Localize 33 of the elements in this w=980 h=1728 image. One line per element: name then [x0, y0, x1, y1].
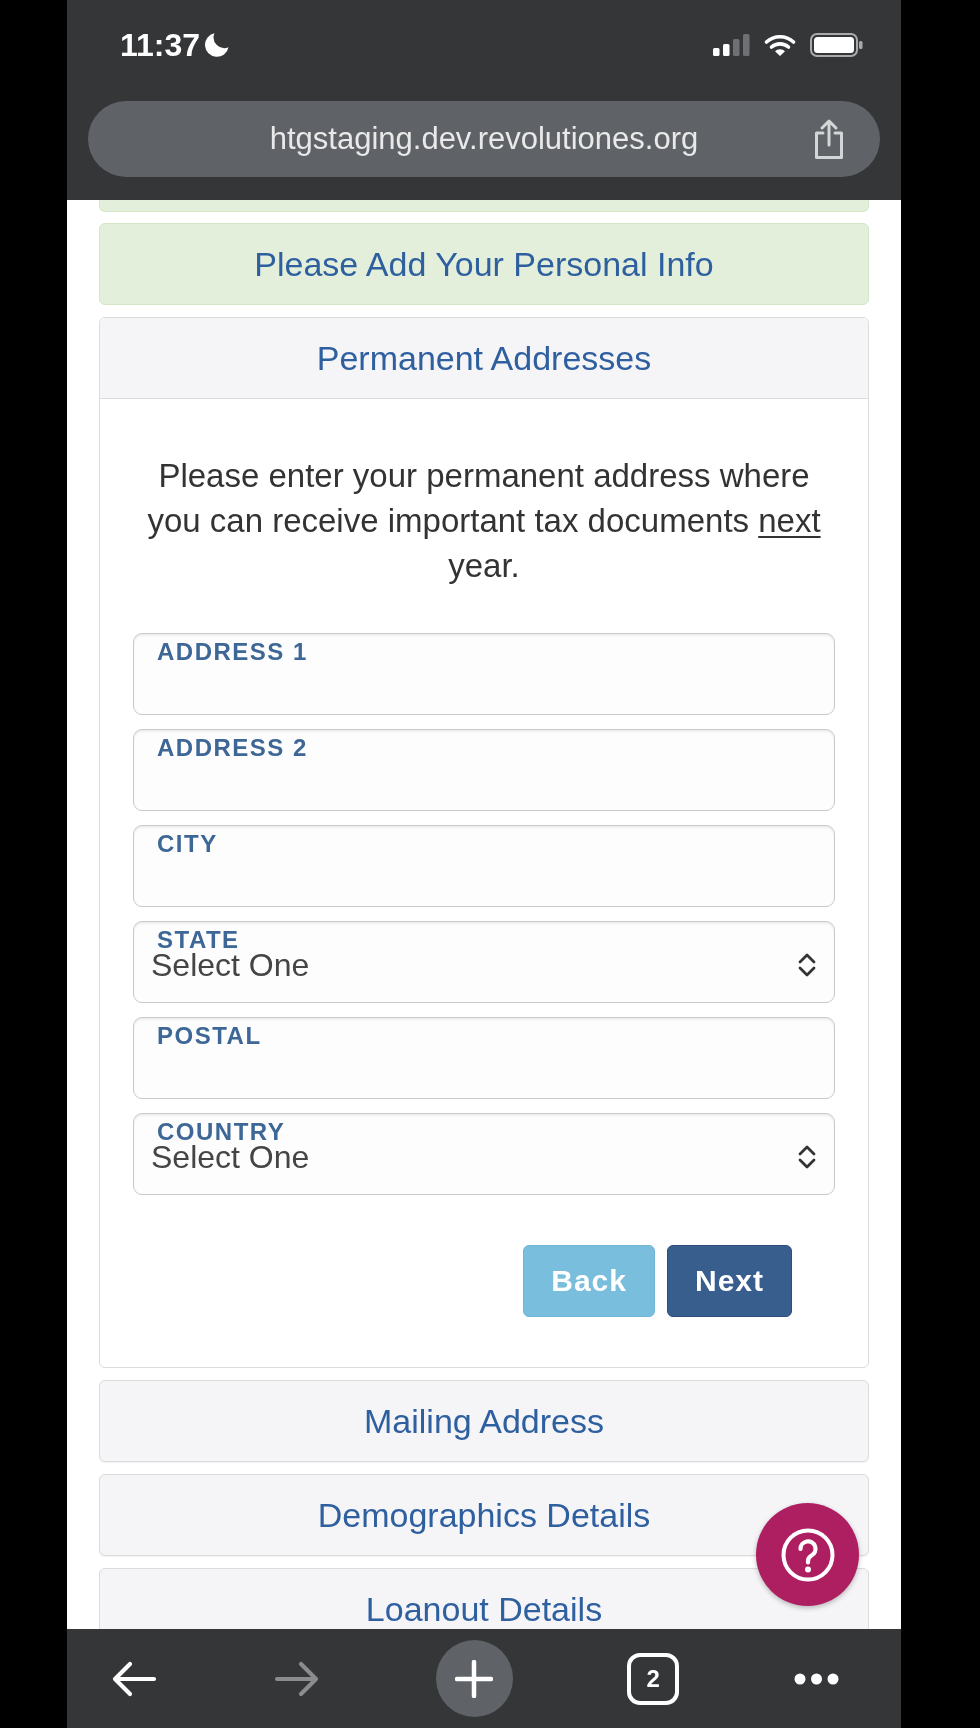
chevron-up-down-icon — [798, 1143, 816, 1171]
field-label: ADDRESS 2 — [157, 734, 308, 762]
question-circle-icon — [780, 1527, 835, 1582]
back-arrow-icon[interactable] — [110, 1659, 158, 1698]
input-field[interactable]: ADDRESS 2 — [133, 729, 835, 811]
field-label: STATE — [157, 926, 240, 953]
share-icon[interactable] — [812, 118, 846, 160]
field-label: POSTAL — [157, 1022, 262, 1050]
instructions-text: Please enter your permanent address where you can receive important tax documents next year. — [146, 456, 822, 586]
accordion-header[interactable]: Mailing Address — [99, 1380, 869, 1462]
accordion-header[interactable]: Loanout Details — [99, 1568, 869, 1629]
battery-icon — [810, 33, 863, 57]
next-button[interactable]: Next — [666, 1245, 792, 1317]
clock-time: 11:37 — [120, 26, 201, 64]
accordion-header[interactable]: Permanent Addresses — [100, 318, 868, 399]
input-field[interactable]: ADDRESS 1 — [133, 633, 835, 715]
field-label: CITY — [157, 830, 218, 858]
wifi-icon — [764, 33, 796, 57]
moon-icon — [205, 32, 230, 58]
info-banner: Please Add Your Personal Info — [99, 223, 869, 305]
select-field[interactable]: STATE Select One — [133, 921, 835, 1003]
tabs-button[interactable]: 2 — [627, 1652, 680, 1705]
select-field[interactable]: COUNTRY Select One — [133, 1113, 835, 1195]
field-label: ADDRESS 1 — [157, 638, 308, 666]
more-icon[interactable] — [794, 1672, 839, 1685]
field-label: COUNTRY — [157, 1118, 286, 1145]
input-field[interactable]: CITY — [133, 825, 835, 907]
plus-icon — [455, 1659, 493, 1698]
signal-icon — [713, 34, 750, 56]
input-field[interactable]: POSTAL — [133, 1017, 835, 1099]
accordion-header[interactable]: Demographics Details — [99, 1474, 869, 1556]
chevron-up-down-icon — [798, 951, 816, 979]
address-bar[interactable]: htgstaging.dev.revolutiones.org — [88, 101, 880, 177]
